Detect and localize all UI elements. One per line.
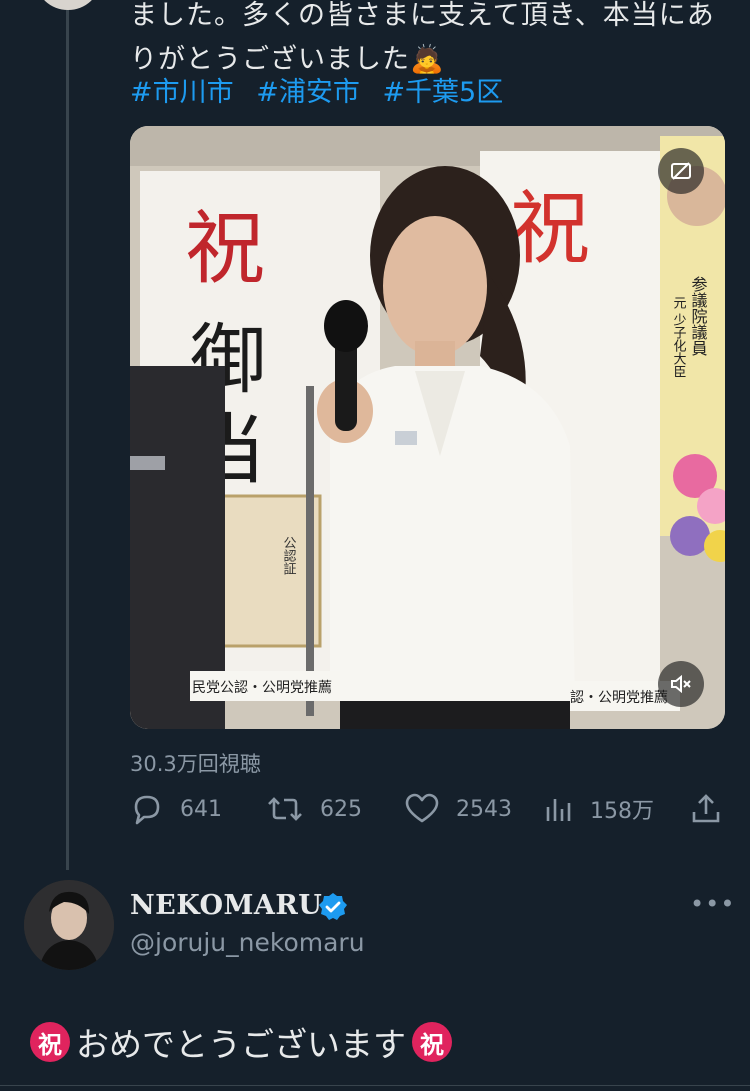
footer-banner-left: 民党公認・公明党推薦 [192,680,332,696]
mute-icon[interactable] [658,661,704,707]
retweet-count: 625 [320,796,362,822]
like-icon [405,793,439,823]
analytics-count: 158万 [590,799,654,824]
reply-text: 祝 おめでとうございます 祝 [30,1018,452,1066]
like-count: 2543 [456,796,512,822]
footer-banner-right: 認・公明党推薦 [570,690,668,706]
analytics-icon [546,799,571,821]
banner-char-right: 祝 [510,182,590,275]
video-frame: 祝 御 当 公認証 祝 参議院議員 元 少子化大臣 民党公認・公明党推薦 認・公… [130,126,725,729]
caption-icon[interactable] [658,148,704,194]
reply-message: おめでとうございます [76,1025,406,1064]
banner-char-1: 祝 [185,202,265,295]
hashtag-ichikawa[interactable]: #市川市 [130,77,234,108]
analytics-button[interactable]: 158万 [544,793,654,825]
more-icon[interactable]: ••• [690,890,735,918]
iwai-emoji-left: 祝 [30,1022,70,1062]
hashtag-chiba5[interactable]: #千葉5区 [382,77,503,108]
reply-count: 641 [180,796,222,822]
iwai-emoji-right: 祝 [412,1022,452,1062]
reply-handle[interactable]: @joruju_nekomaru [130,928,365,957]
thread-line [66,0,69,870]
hashtag-urayasu[interactable]: #浦安市 [256,77,360,108]
hashtag-list: #市川市 #浦安市 #千葉5区 [130,70,517,109]
reply-icon [134,795,160,825]
retweet-icon [268,797,302,821]
reply-button[interactable]: 641 [130,793,222,825]
like-button[interactable]: 2543 [404,793,512,825]
verified-icon [318,892,348,926]
tweet-text-line-1: ました。多くの皆さまに支えて頂き、本当にあ [130,0,715,31]
certificate-title: 公認証 [281,536,297,575]
share-button[interactable] [690,793,738,825]
action-bar: 641 625 2543 158万 [130,793,725,833]
reply-display-name[interactable]: NEKOMARU [130,890,322,921]
share-icon [692,794,720,823]
tweet-video[interactable]: 祝 御 当 公認証 祝 参議院議員 元 少子化大臣 民党公認・公明党推薦 認・公… [130,126,725,729]
view-count: 30.3万回視聴 [130,752,261,776]
avatar-image [24,880,114,970]
divider [0,1085,750,1086]
poster-role: 参議院議員 [689,276,708,356]
retweet-button[interactable]: 625 [266,793,362,825]
author-avatar[interactable] [36,0,100,10]
reply-avatar[interactable] [24,880,114,970]
poster-text: 元 少子化大臣 [671,296,687,378]
